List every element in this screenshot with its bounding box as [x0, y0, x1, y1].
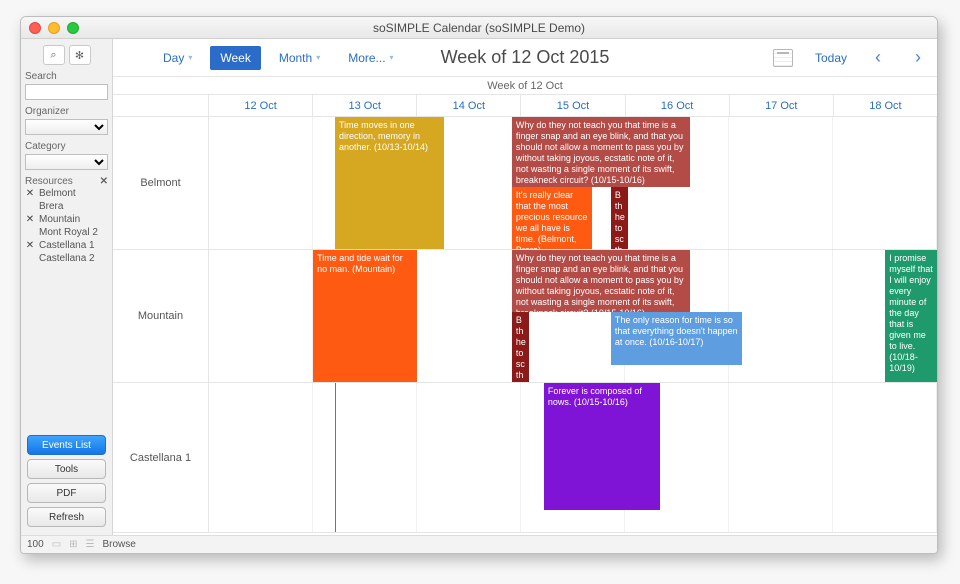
calendar: Week of 12 Oct 12 Oct 13 Oct 14 Oct 15 O…	[113, 77, 937, 535]
status-bar: 100 ▭ ⊞ ☰ Browse	[21, 535, 937, 553]
search-icon[interactable]: ⌕	[43, 45, 65, 65]
layout-icon[interactable]: ▭	[52, 539, 61, 550]
check-icon: ✕	[25, 240, 35, 251]
window-title: soSIMPLE Calendar (soSIMPLE Demo)	[21, 21, 937, 35]
day-header-cell[interactable]: 16 Oct	[626, 95, 730, 116]
day-header-cell[interactable]: 17 Oct	[730, 95, 834, 116]
view-day[interactable]: Day▾	[153, 46, 202, 70]
day-grid[interactable]: Time moves in one direction, memory in a…	[209, 117, 937, 249]
calendar-icon[interactable]	[773, 49, 793, 67]
layout-icon[interactable]: ☰	[86, 539, 95, 550]
day-header-cell[interactable]: 15 Oct	[521, 95, 625, 116]
titlebar[interactable]: soSIMPLE Calendar (soSIMPLE Demo)	[21, 17, 937, 39]
now-indicator	[335, 383, 336, 532]
close-icon[interactable]	[29, 22, 41, 34]
sidebar: ⌕ ✻ Search Organizer Category Resources …	[21, 39, 113, 535]
list-item[interactable]: Mont Royal 2	[25, 226, 108, 239]
window-controls	[29, 22, 79, 34]
minimize-icon[interactable]	[48, 22, 60, 34]
search-input[interactable]	[25, 84, 108, 100]
organizer-label: Organizer	[25, 106, 108, 117]
chevron-down-icon: ▾	[316, 53, 320, 62]
calendar-event[interactable]: It's really clear that the most precious…	[512, 187, 592, 249]
search-label: Search	[25, 71, 108, 82]
calendar-event[interactable]: The only reason for time is so that ever…	[611, 312, 742, 365]
calendar-event[interactable]: Why do they not teach you that time is a…	[512, 250, 690, 312]
mode-label: Browse	[103, 539, 136, 550]
calendar-event[interactable]: Time and tide wait for no man. (Mountain…	[313, 250, 417, 382]
tools-button[interactable]: Tools	[27, 459, 106, 479]
check-icon: ✕	[25, 188, 35, 199]
resources-list: ✕Belmont Brera ✕Mountain Mont Royal 2 ✕C…	[25, 187, 108, 265]
resource-row: Castellana 1 Forever is composed of nows…	[113, 383, 937, 533]
day-header-cell[interactable]: 13 Oct	[313, 95, 417, 116]
calendar-event[interactable]: B th he to sc th	[512, 312, 529, 382]
resources-label: Resources	[25, 176, 73, 187]
category-label: Category	[25, 141, 108, 152]
zoom-icon[interactable]	[67, 22, 79, 34]
list-item[interactable]: ✕Belmont	[25, 187, 108, 200]
main: Day▾ Week Month▾ More...▾ Week of 12 Oct…	[113, 39, 937, 535]
view-more[interactable]: More...▾	[338, 46, 403, 70]
calendar-event[interactable]: Time moves in one direction, memory in a…	[335, 117, 444, 249]
chevron-left-icon[interactable]: ‹	[869, 47, 887, 68]
calendar-event[interactable]: Why do they not teach you that time is a…	[512, 117, 690, 187]
app-window: soSIMPLE Calendar (soSIMPLE Demo) ⌕ ✻ Se…	[20, 16, 938, 554]
calendar-event[interactable]: Forever is composed of nows. (10/15-10/1…	[544, 383, 660, 510]
resource-label: Mountain	[113, 250, 209, 382]
resource-row: Belmont Time moves in one direction, mem…	[113, 117, 937, 250]
content: ⌕ ✻ Search Organizer Category Resources …	[21, 39, 937, 535]
chevron-right-icon[interactable]: ›	[909, 47, 927, 68]
chevron-down-icon: ▾	[188, 53, 192, 62]
check-icon: ✕	[25, 214, 35, 225]
view-month[interactable]: Month▾	[269, 46, 330, 70]
list-item[interactable]: ✕Castellana 1	[25, 239, 108, 252]
day-grid[interactable]: Forever is composed of nows. (10/15-10/1…	[209, 383, 937, 532]
calendar-event[interactable]: I promise myself that I will enjoy every…	[885, 250, 937, 382]
organizer-select[interactable]	[25, 119, 108, 135]
resource-label: Castellana 1	[113, 383, 209, 532]
list-item[interactable]: Brera	[25, 200, 108, 213]
view-switcher: Day▾ Week Month▾ More...▾	[153, 46, 404, 70]
list-item[interactable]: Castellana 2	[25, 252, 108, 265]
close-icon[interactable]: ✕	[100, 176, 108, 187]
chevron-down-icon: ▾	[390, 53, 394, 62]
zoom-value[interactable]: 100	[27, 539, 44, 550]
events-list-button[interactable]: Events List	[27, 435, 106, 455]
resource-label: Belmont	[113, 117, 209, 249]
pdf-button[interactable]: PDF	[27, 483, 106, 503]
layout-icon[interactable]: ⊞	[69, 539, 77, 550]
day-header-cell[interactable]: 18 Oct	[834, 95, 937, 116]
calendar-rows: Belmont Time moves in one direction, mem…	[113, 117, 937, 535]
gear-icon[interactable]: ✻	[69, 45, 91, 65]
day-header: 12 Oct 13 Oct 14 Oct 15 Oct 16 Oct 17 Oc…	[113, 95, 937, 117]
view-week[interactable]: Week	[210, 46, 260, 70]
day-header-cell[interactable]: 14 Oct	[417, 95, 521, 116]
calendar-event[interactable]: B th he to sc th	[611, 187, 628, 249]
day-header-cell[interactable]: 12 Oct	[209, 95, 313, 116]
refresh-button[interactable]: Refresh	[27, 507, 106, 527]
toolbar: Day▾ Week Month▾ More...▾ Week of 12 Oct…	[113, 39, 937, 77]
day-grid[interactable]: Time and tide wait for no man. (Mountain…	[209, 250, 937, 382]
resource-row: Mountain Time and tide wait for no man. …	[113, 250, 937, 383]
category-select[interactable]	[25, 154, 108, 170]
week-caption: Week of 12 Oct	[113, 77, 937, 95]
list-item[interactable]: ✕Mountain	[25, 213, 108, 226]
today-button[interactable]: Today	[815, 51, 847, 65]
